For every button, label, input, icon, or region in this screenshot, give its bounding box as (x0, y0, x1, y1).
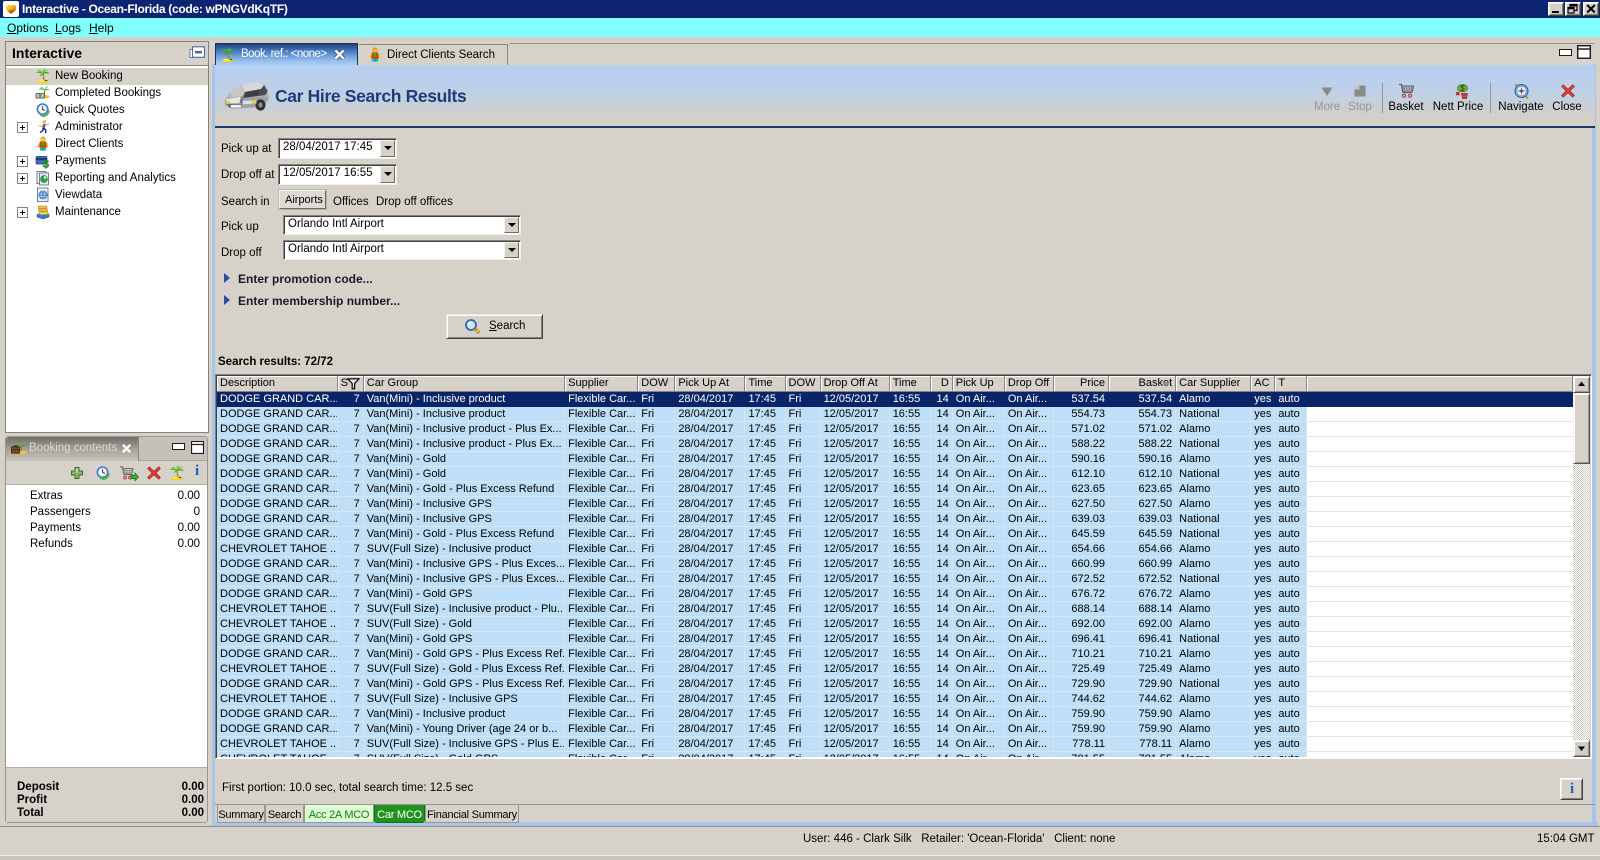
svg-text:$: $ (43, 159, 49, 169)
svg-text:$: $ (1460, 84, 1465, 93)
